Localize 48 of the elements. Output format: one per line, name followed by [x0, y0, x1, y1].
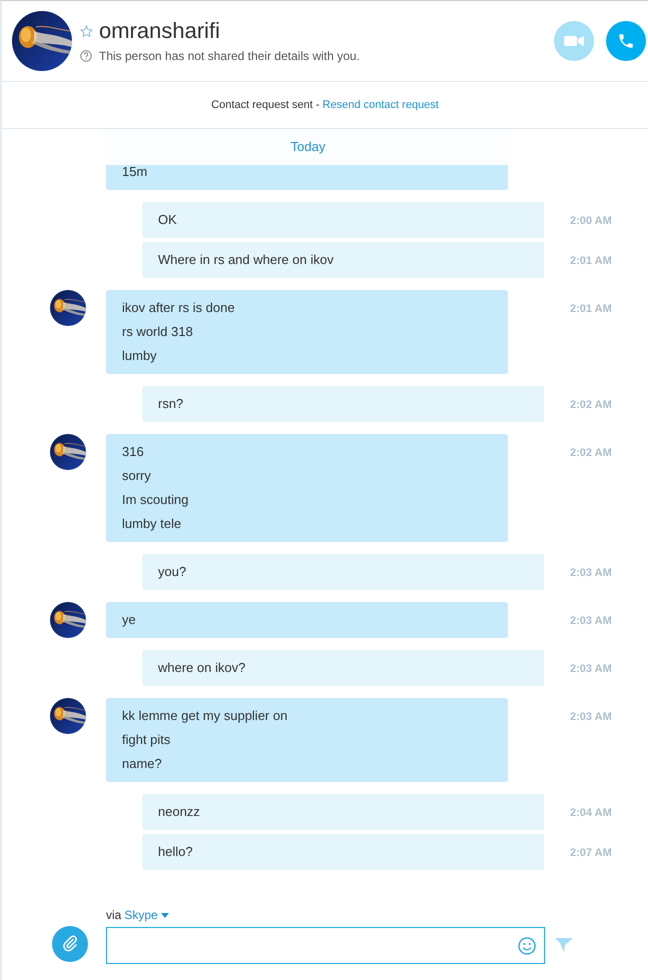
message-time: 2:03 AM [570, 710, 612, 725]
send-icon[interactable] [555, 938, 573, 952]
message-time: 2:01 AM [570, 302, 612, 317]
video-call-button[interactable] [554, 21, 594, 61]
message-text: OK [158, 211, 178, 229]
smiley-icon[interactable] [518, 936, 536, 954]
help-icon[interactable] [80, 50, 92, 62]
message-time: 2:01 AM [570, 254, 612, 269]
message-text: kk lemme get my supplier on [122, 707, 288, 725]
star-icon[interactable] [80, 24, 93, 38]
message-time: 2:03 AM [570, 566, 612, 581]
message-text: sorry [122, 467, 152, 485]
message-text: fight pits [122, 731, 172, 749]
phone-icon [617, 32, 635, 50]
via-label: via [106, 907, 122, 924]
status-text: This person has not shared their details with you. [99, 48, 360, 65]
message-text: neonzz [158, 803, 201, 821]
message-time: 2:03 AM [570, 662, 612, 677]
paperclip-icon [61, 935, 79, 953]
message-text: 316 [122, 443, 145, 461]
message-text: 15m [122, 163, 148, 181]
message-text: lumby [122, 347, 158, 365]
message-time: 2:02 AM [570, 398, 612, 413]
message-text: hello? [158, 843, 194, 861]
message-text: name? [122, 755, 163, 773]
message-time: 2:07 AM [570, 846, 612, 861]
caret-icon [160, 912, 169, 918]
contact-name: omransharifi [99, 17, 220, 45]
message-time: 2:02 AM [570, 446, 612, 461]
message-time: 2:00 AM [570, 214, 612, 229]
message-input-field[interactable] [106, 927, 545, 964]
message-text: rsn? [158, 395, 184, 413]
message-time: 2:04 AM [570, 806, 612, 821]
message-text: where on ikov? [158, 659, 246, 677]
message-text: you? [158, 563, 188, 581]
resend-link[interactable]: Resend contact request [322, 98, 439, 111]
message-text: ye [122, 611, 137, 629]
message-text: Where in rs and where on ikov [158, 251, 335, 269]
contact-request-notice: Contact request sent - Resend contact request [211, 98, 439, 113]
message-text: rs world 318 [122, 323, 194, 341]
message-text: lumby tele [122, 515, 182, 533]
attach-button[interactable] [52, 926, 88, 962]
call-button[interactable] [606, 21, 646, 61]
message-time: 2:03 AM [570, 614, 612, 629]
message-text: Im scouting [122, 491, 190, 509]
service-selector[interactable]: Skype [124, 906, 169, 924]
message-text: ikov after rs is done [122, 299, 236, 317]
video-camera-icon [564, 35, 584, 47]
